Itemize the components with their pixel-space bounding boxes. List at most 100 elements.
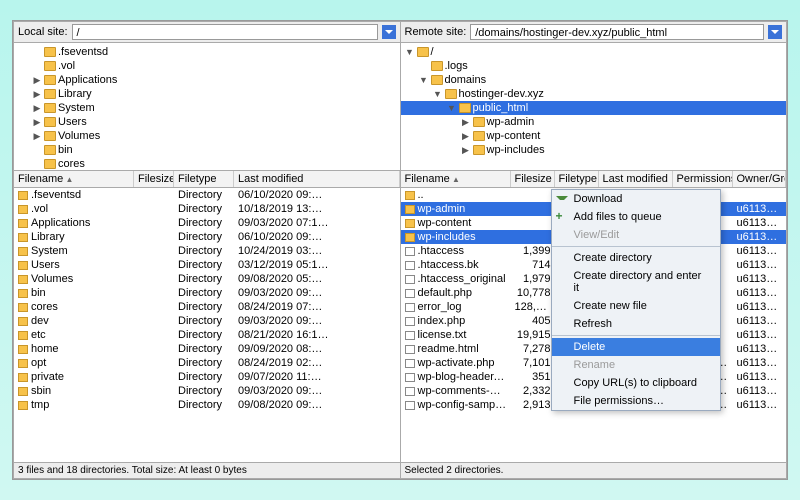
col-lastmod[interactable]: Last modified bbox=[599, 171, 673, 187]
col-owner[interactable]: Owner/Group bbox=[733, 171, 787, 187]
tree-item[interactable]: ▶wp-admin bbox=[401, 115, 787, 129]
list-item[interactable]: sbinDirectory09/03/2020 09:… bbox=[14, 384, 400, 398]
col-filetype[interactable]: Filetype bbox=[555, 171, 599, 187]
list-item[interactable]: homeDirectory09/09/2020 08:… bbox=[14, 342, 400, 356]
tree-item[interactable]: ▶Library bbox=[14, 87, 400, 101]
tree-item[interactable]: ▼public_html bbox=[401, 101, 787, 115]
tree-item[interactable]: ▼/ bbox=[401, 45, 787, 59]
local-path-dropdown-icon[interactable] bbox=[382, 25, 396, 39]
context-menu[interactable]: Download +Add files to queue View/Edit C… bbox=[551, 189, 721, 411]
tree-item[interactable]: cores bbox=[14, 157, 400, 171]
remote-statusbar: Selected 2 directories. bbox=[401, 462, 787, 478]
list-item[interactable]: UsersDirectory03/12/2019 05:1… bbox=[14, 258, 400, 272]
folder-icon bbox=[18, 233, 28, 242]
expand-icon[interactable]: ▼ bbox=[419, 75, 429, 85]
tree-item-label: domains bbox=[445, 74, 487, 86]
ctx-delete[interactable]: Delete bbox=[552, 338, 720, 356]
tree-item[interactable]: ▶wp-content bbox=[401, 129, 787, 143]
col-filetype[interactable]: Filetype bbox=[174, 171, 234, 187]
local-list-header[interactable]: Filename Filesize Filetype Last modified bbox=[14, 171, 400, 188]
folder-icon bbox=[18, 317, 28, 326]
file-icon bbox=[405, 303, 415, 312]
expand-icon[interactable]: ▶ bbox=[32, 103, 42, 114]
col-permissions[interactable]: Permissions bbox=[673, 171, 733, 187]
list-item[interactable]: .fseventsdDirectory06/10/2020 09:… bbox=[14, 188, 400, 202]
ctx-add-queue[interactable]: +Add files to queue bbox=[552, 208, 720, 226]
expand-icon[interactable]: ▶ bbox=[32, 131, 42, 142]
folder-icon bbox=[18, 247, 28, 256]
list-item[interactable]: ApplicationsDirectory09/03/2020 07:1… bbox=[14, 216, 400, 230]
list-item[interactable]: binDirectory09/03/2020 09:… bbox=[14, 286, 400, 300]
expand-icon[interactable]: ▶ bbox=[32, 117, 42, 128]
tree-item[interactable]: ▶ System bbox=[14, 101, 400, 115]
expand-icon[interactable]: ▼ bbox=[433, 89, 443, 99]
ctx-create-dir[interactable]: Create directory bbox=[552, 249, 720, 267]
folder-icon bbox=[18, 191, 28, 200]
ctx-create-dir-enter[interactable]: Create directory and enter it bbox=[552, 267, 720, 297]
folder-icon bbox=[18, 261, 28, 270]
expand-icon[interactable]: ▼ bbox=[405, 47, 415, 57]
list-item[interactable]: etcDirectory08/21/2020 16:1… bbox=[14, 328, 400, 342]
ctx-copy-url[interactable]: Copy URL(s) to clipboard bbox=[552, 374, 720, 392]
tree-item[interactable]: bin bbox=[14, 143, 400, 157]
tree-item[interactable]: .fseventsd bbox=[14, 45, 400, 59]
expand-icon[interactable]: ▼ bbox=[447, 103, 457, 113]
ctx-download[interactable]: Download bbox=[552, 190, 720, 208]
list-item[interactable]: LibraryDirectory06/10/2020 09:… bbox=[14, 230, 400, 244]
list-item[interactable]: .volDirectory10/18/2019 13:… bbox=[14, 202, 400, 216]
ctx-file-permissions[interactable]: File permissions… bbox=[552, 392, 720, 410]
folder-icon bbox=[405, 191, 415, 200]
col-filename[interactable]: Filename bbox=[14, 171, 134, 187]
col-filesize[interactable]: Filesize bbox=[134, 171, 174, 187]
list-item[interactable]: devDirectory09/03/2020 09:… bbox=[14, 314, 400, 328]
folder-icon bbox=[445, 89, 457, 99]
tree-item-label: / bbox=[431, 46, 434, 58]
list-item[interactable]: tmpDirectory09/08/2020 09:… bbox=[14, 398, 400, 412]
local-tree[interactable]: .fseventsd.vol▶Applications▶Library▶Syst… bbox=[14, 43, 400, 171]
folder-icon bbox=[44, 89, 56, 99]
folder-icon bbox=[44, 61, 56, 71]
folder-icon bbox=[44, 145, 56, 155]
col-lastmod[interactable]: Last modified bbox=[234, 171, 400, 187]
expand-icon[interactable]: ▶ bbox=[32, 89, 42, 100]
list-item[interactable]: SystemDirectory10/24/2019 03:… bbox=[14, 244, 400, 258]
file-icon bbox=[405, 345, 415, 354]
list-item[interactable]: VolumesDirectory09/08/2020 05:… bbox=[14, 272, 400, 286]
tree-item[interactable]: ▶Volumes bbox=[14, 129, 400, 143]
tree-item[interactable]: ▶Users bbox=[14, 115, 400, 129]
remote-tree[interactable]: ▼/.logs▼domains▼hostinger-dev.xyz▼public… bbox=[401, 43, 787, 171]
list-item[interactable]: coresDirectory08/24/2019 07:… bbox=[14, 300, 400, 314]
ctx-refresh[interactable]: Refresh bbox=[552, 315, 720, 333]
folder-icon bbox=[18, 359, 28, 368]
folder-icon bbox=[18, 387, 28, 396]
tree-item[interactable]: .logs bbox=[401, 59, 787, 73]
local-file-list[interactable]: .fseventsdDirectory06/10/2020 09:….volDi… bbox=[14, 188, 400, 462]
tree-item-label: hostinger-dev.xyz bbox=[459, 88, 544, 100]
remote-pane: Remote site: /domains/hostinger-dev.xyz/… bbox=[401, 21, 788, 479]
tree-item[interactable]: ▼ domains bbox=[401, 73, 787, 87]
remote-path-input[interactable]: /domains/hostinger-dev.xyz/public_html bbox=[470, 24, 764, 40]
expand-icon[interactable]: ▶ bbox=[461, 145, 471, 156]
remote-list-header[interactable]: Filename Filesize Filetype Last modified… bbox=[401, 171, 787, 188]
expand-icon[interactable]: ▶ bbox=[461, 131, 471, 142]
tree-item[interactable]: ▶Applications bbox=[14, 73, 400, 87]
folder-icon bbox=[405, 205, 415, 214]
tree-item-label: System bbox=[58, 102, 95, 114]
tree-item[interactable]: ▼ hostinger-dev.xyz bbox=[401, 87, 787, 101]
tree-item[interactable]: .vol bbox=[14, 59, 400, 73]
col-filename[interactable]: Filename bbox=[401, 171, 511, 187]
ctx-create-file[interactable]: Create new file bbox=[552, 297, 720, 315]
col-filesize[interactable]: Filesize bbox=[511, 171, 555, 187]
tree-item[interactable]: ▶wp-includes bbox=[401, 143, 787, 157]
remote-path-dropdown-icon[interactable] bbox=[768, 25, 782, 39]
tree-item-label: bin bbox=[58, 144, 73, 156]
folder-icon bbox=[18, 331, 28, 340]
expand-icon[interactable]: ▶ bbox=[32, 75, 42, 86]
list-item[interactable]: optDirectory08/24/2019 02:… bbox=[14, 356, 400, 370]
list-item[interactable]: privateDirectory09/07/2020 11:… bbox=[14, 370, 400, 384]
expand-icon[interactable]: ▶ bbox=[461, 117, 471, 128]
local-path-input[interactable]: / bbox=[72, 24, 378, 40]
file-icon bbox=[405, 289, 415, 298]
remote-file-list[interactable]: ..wp-adminmpe (…u61136521…wp-contentmpe … bbox=[401, 188, 787, 462]
plus-icon: + bbox=[556, 211, 568, 223]
